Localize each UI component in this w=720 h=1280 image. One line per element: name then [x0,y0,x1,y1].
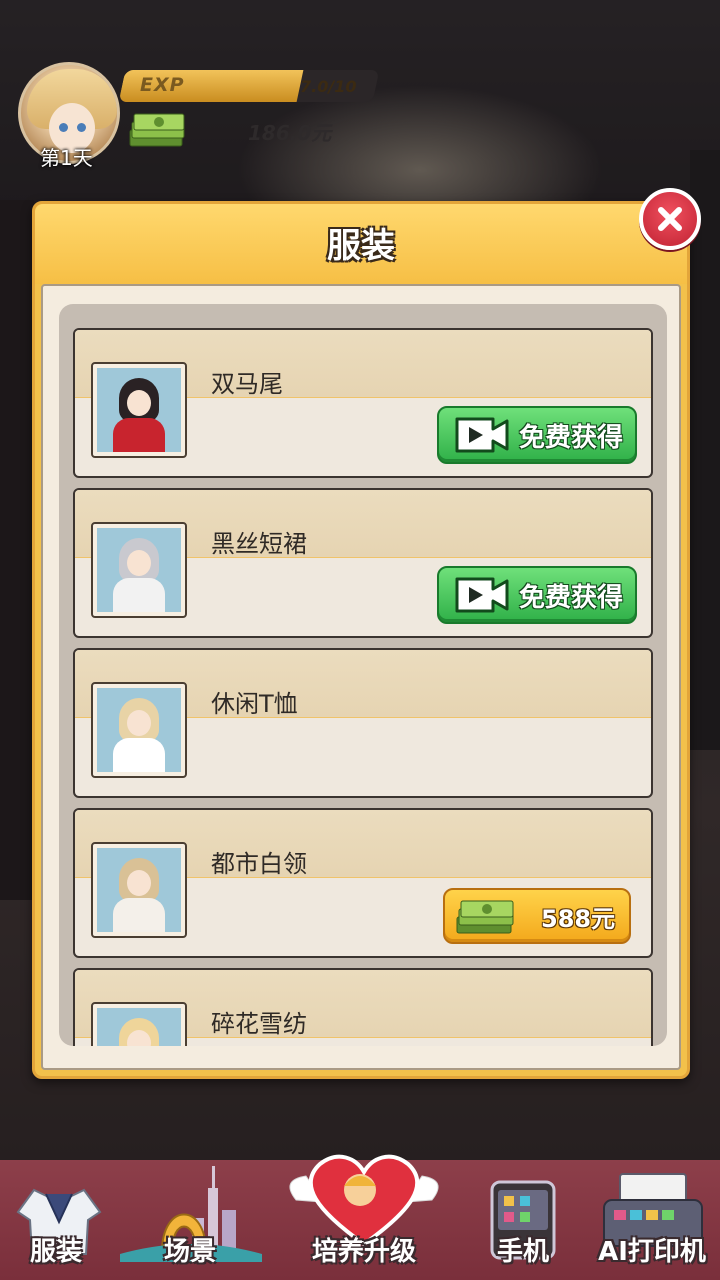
outfit-thumbnail [91,842,187,938]
video-ad-icon [455,417,509,453]
bottom-nav: 服装 场景 培养升级 手机 AI打印机 [0,1154,720,1280]
day-counter: 第1天 [40,146,93,170]
avatar-eye-left [59,123,68,132]
outfit-name: 双马尾 [211,370,283,398]
outfit-portrait [97,848,181,932]
portrait-face [127,870,151,896]
money-stack-icon [129,113,185,147]
outfit-thumbnail [91,522,187,618]
nav-ai-printer-label: AI打印机 [598,1237,706,1267]
outfit-name: 黑丝短裙 [211,530,307,558]
outfit-thumbnail [91,1002,187,1046]
nav-scene[interactable]: 场景 [110,1160,270,1280]
price-label: 588元 [541,904,616,933]
dialog-body: 双马尾 免费获得 黑丝短裙 免费获得 休闲T恤 都市白领 588元 碎花雪纺 [41,284,681,1070]
outfit-item[interactable]: 黑丝短裙免费获得 [73,488,653,638]
close-icon [658,207,682,231]
exp-value: 7.0/10 [300,77,357,96]
nav-outfit-label: 服装 [29,1237,82,1267]
money-balance: 186.0元 [248,121,332,145]
portrait-outfit [113,898,165,932]
portrait-outfit [113,578,165,612]
outfit-item[interactable]: 都市白领 588元 [73,808,653,958]
portrait-face [127,390,151,416]
video-ad-icon [455,577,509,613]
dialog-header: 服装 [35,204,687,284]
outfit-list-frame: 双马尾 免费获得 黑丝短裙 免费获得 休闲T恤 都市白领 588元 碎花雪纺 [59,304,667,1046]
portrait-face [127,550,151,576]
nav-ai-printer[interactable]: AI打印机 [584,1160,720,1280]
portrait-outfit [113,738,165,772]
portrait-outfit [113,418,165,452]
dialog-title: 服装 [327,226,395,266]
outfit-item[interactable]: 休闲T恤 [73,648,653,798]
money-stack-icon [456,900,514,934]
outfit-portrait [97,1008,181,1046]
free-obtain-button[interactable]: 免费获得 [437,406,637,464]
outfit-item[interactable]: 碎花雪纺 [73,968,653,1046]
nav-phone[interactable]: 手机 [478,1160,568,1280]
portrait-face [127,710,151,736]
nav-upgrade[interactable]: 培养升级 [276,1154,452,1280]
outfit-portrait [97,528,181,612]
outfit-list[interactable]: 双马尾 免费获得 黑丝短裙 免费获得 休闲T恤 都市白领 588元 碎花雪纺 [73,328,653,1046]
outfit-portrait [97,368,181,452]
buy-button[interactable]: 588元 [443,888,631,944]
outfit-thumbnail [91,362,187,458]
avatar-eye-right [77,123,86,132]
outfit-name: 休闲T恤 [211,690,298,718]
outfit-item[interactable]: 双马尾免费获得 [73,328,653,478]
free-obtain-button[interactable]: 免费获得 [437,566,637,624]
outfit-name: 都市白领 [211,850,307,878]
nav-upgrade-label: 培养升级 [311,1237,416,1267]
outfit-dialog: 服装 双马尾 免费获得 黑丝短裙 免费获得 休闲T恤 都市白领 588元 碎花雪纺 [32,188,701,1079]
nav-outfit[interactable]: 服装 [6,1160,106,1280]
free-obtain-label: 免费获得 [519,422,624,453]
nav-scene-label: 场景 [163,1237,216,1267]
nav-phone-label: 手机 [496,1237,549,1267]
outfit-portrait [97,688,181,772]
outfit-thumbnail [91,682,187,778]
outfit-name: 碎花雪纺 [211,1010,307,1038]
close-button[interactable] [639,188,701,250]
free-obtain-label: 免费获得 [519,582,624,613]
exp-label: EXP [140,74,185,96]
